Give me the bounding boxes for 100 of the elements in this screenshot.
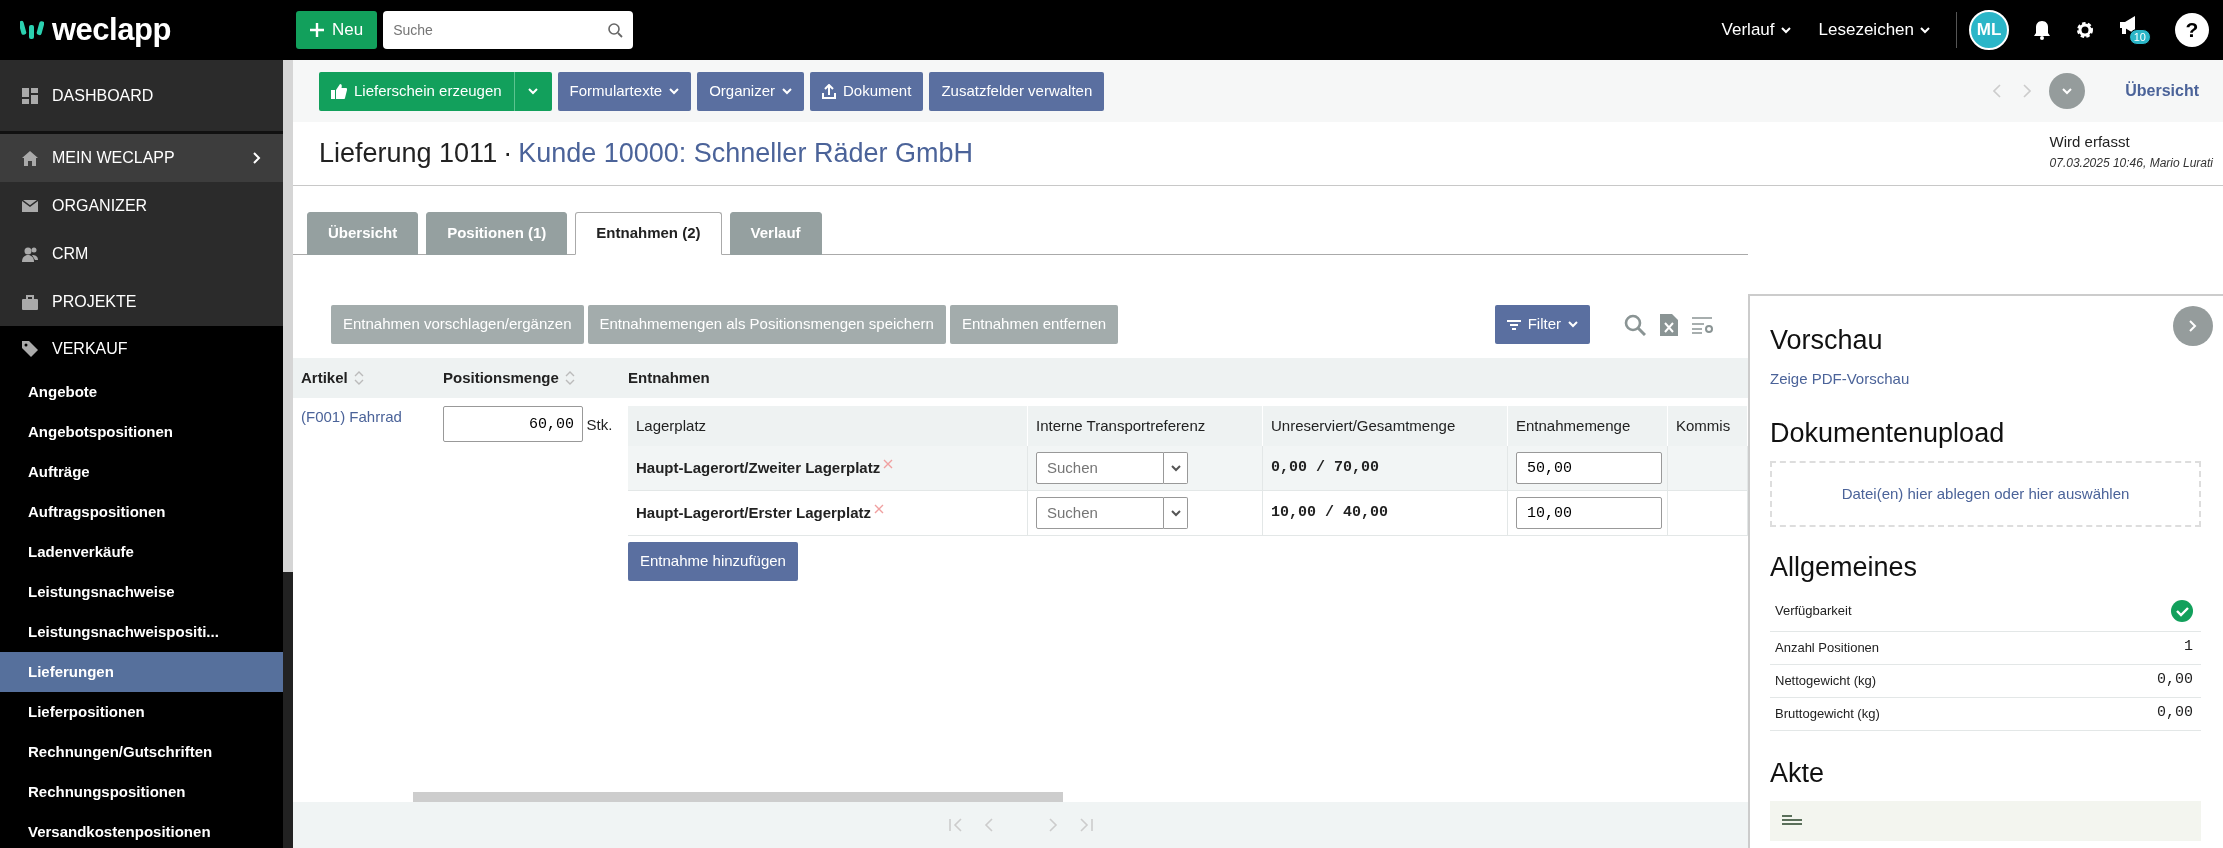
unit-label: Stk.	[586, 415, 613, 435]
file-dropzone[interactable]: Datei(en) hier ablegen oder hier auswählen	[1770, 461, 2201, 528]
sidebar-item[interactable]: DASHBOARD	[0, 60, 283, 134]
sort-icon[interactable]	[353, 371, 364, 385]
search-icon[interactable]	[1624, 313, 1646, 336]
add-withdrawal-button[interactable]: Entnahme hinzufügen	[628, 542, 798, 581]
property-value: 1	[2184, 637, 2193, 658]
notifications-button[interactable]	[2033, 20, 2051, 40]
toolbar-button[interactable]: Formulartexte	[557, 71, 692, 111]
first-page-icon[interactable]	[947, 818, 962, 832]
column-header: Entnahmen	[628, 367, 710, 388]
sidebar-scrollbar[interactable]	[283, 60, 293, 848]
created-meta: 07.03.2025 10:46, Mario Lurati	[2049, 154, 2213, 172]
caret-icon	[782, 87, 792, 95]
chevron-down-icon	[2062, 87, 2073, 95]
caret-icon	[1920, 26, 1930, 34]
chevron-right-icon	[253, 152, 261, 164]
section-heading: Vorschau	[1770, 324, 1883, 357]
search-icon	[608, 23, 624, 38]
sidebar-item[interactable]: MEIN WECLAPP	[0, 134, 283, 182]
dropdown-button[interactable]	[1164, 452, 1188, 484]
remove-icon[interactable]	[874, 504, 885, 514]
envelope-icon	[22, 198, 38, 214]
caret-icon	[1780, 26, 1791, 34]
storage-location: Haupt-Lagerort/Erster Lagerplatz	[636, 502, 872, 523]
logo-text: weclapp	[52, 10, 171, 49]
column-settings-icon[interactable]	[1692, 315, 1714, 334]
horizontal-scrollbar[interactable]	[413, 792, 1063, 802]
caret-icon	[1170, 509, 1181, 517]
property-value: 0,00	[2157, 670, 2193, 691]
property-label: Bruttogewicht (kg)	[1775, 704, 1880, 723]
customer-link[interactable]: Kunde 10000: Schneller Räder GmbH	[518, 138, 973, 169]
people-icon	[22, 246, 38, 262]
sidebar-item[interactable]: CRM	[0, 230, 283, 278]
settings-button[interactable]	[2075, 20, 2095, 40]
withdrawal-amount-field[interactable]: 10,00	[1516, 497, 1662, 529]
pdf-preview-link[interactable]: Zeige PDF-Vorschau	[1770, 368, 1910, 391]
notification-badge: 10	[2128, 28, 2151, 45]
dashboard-icon	[22, 87, 38, 104]
column-header: Artikel	[301, 367, 348, 388]
quantity-field[interactable]: 60,00	[443, 406, 583, 442]
filter-button[interactable]: Filter	[1494, 305, 1590, 344]
gear-icon	[2075, 20, 2095, 40]
excel-export-icon[interactable]	[1660, 313, 1678, 336]
property-label: Nettogewicht (kg)	[1775, 671, 1877, 690]
last-page-icon[interactable]	[1079, 818, 1094, 832]
page-title: Lieferung 1011	[319, 138, 498, 169]
bag-icon	[22, 294, 38, 310]
remove-icon[interactable]	[883, 459, 894, 469]
expand-button[interactable]	[2049, 73, 2086, 109]
dropdown-toggle-button[interactable]	[513, 71, 552, 111]
collapse-panel-button[interactable]	[2173, 306, 2213, 346]
property-label: Anzahl Positionen	[1775, 638, 1880, 657]
title-separator: ·	[503, 138, 513, 169]
sidebar-item[interactable]: ORGANIZER	[0, 182, 283, 230]
stock-quantity: 0,00 / 70,00	[1271, 457, 1380, 478]
sidebar-item[interactable]: Lieferungen	[0, 652, 283, 692]
sidebar-item[interactable]: PROJEKTE	[0, 278, 283, 326]
section-heading: Dokumentenupload	[1770, 416, 2005, 450]
status-text: Wird erfasst	[2049, 132, 2131, 153]
toolbar-button[interactable]: Organizer	[697, 71, 804, 111]
toolbar-button[interactable]: Zusatzfelder verwalten	[929, 71, 1105, 111]
search-field[interactable]: Suche	[383, 11, 634, 49]
logo-icon	[20, 19, 44, 41]
withdrawal-amount-field[interactable]: 50,00	[1516, 452, 1662, 484]
column-header: Lagerplatz	[628, 406, 1028, 446]
tab[interactable]: Entnahmen (2)	[575, 212, 722, 255]
property-value: 0,00	[2157, 703, 2193, 724]
caret-icon	[1170, 464, 1181, 472]
caret-icon	[669, 87, 680, 95]
section-heading: Akte	[1770, 756, 1825, 790]
section-heading: Allgemeines	[1770, 551, 1918, 584]
filter-icon	[1506, 319, 1521, 330]
transport-reference-field[interactable]: Suchen	[1036, 497, 1164, 529]
caret-icon	[1568, 321, 1578, 328]
chevron-right-icon	[2189, 320, 2197, 332]
column-header: Kommis	[1668, 406, 1748, 446]
caret-icon	[528, 87, 539, 95]
menu-dropdown[interactable]: Verlauf	[1707, 17, 1805, 43]
help-button[interactable]: ?	[2175, 13, 2209, 47]
menu-dropdown[interactable]: Lesezeichen	[1804, 17, 1944, 43]
sort-icon[interactable]	[564, 371, 575, 385]
plus-icon	[310, 23, 324, 37]
column-header: Positionsmenge	[443, 367, 559, 388]
property-label: Verfügbarkeit	[1775, 602, 1852, 621]
overview-link[interactable]: Übersicht	[2125, 79, 2199, 103]
tag-icon	[22, 341, 38, 357]
thumbs-up-icon	[331, 83, 347, 99]
column-header: Entnahmemenge	[1508, 406, 1668, 446]
transport-reference-field[interactable]: Suchen	[1036, 452, 1164, 484]
list-icon	[1782, 815, 1802, 826]
column-header: Unreserviert/Gesamtmenge	[1263, 406, 1508, 446]
house-icon	[22, 150, 38, 166]
upload-icon	[822, 83, 836, 99]
article-link[interactable]: (F001) Fahrrad	[301, 408, 402, 425]
storage-location: Haupt-Lagerort/Zweiter Lagerplatz	[636, 457, 881, 478]
stock-quantity: 10,00 / 40,00	[1271, 502, 1389, 523]
dropdown-button[interactable]	[1164, 497, 1188, 529]
bell-icon	[2033, 20, 2051, 40]
toolbar-button[interactable]: Dokument	[810, 71, 924, 111]
